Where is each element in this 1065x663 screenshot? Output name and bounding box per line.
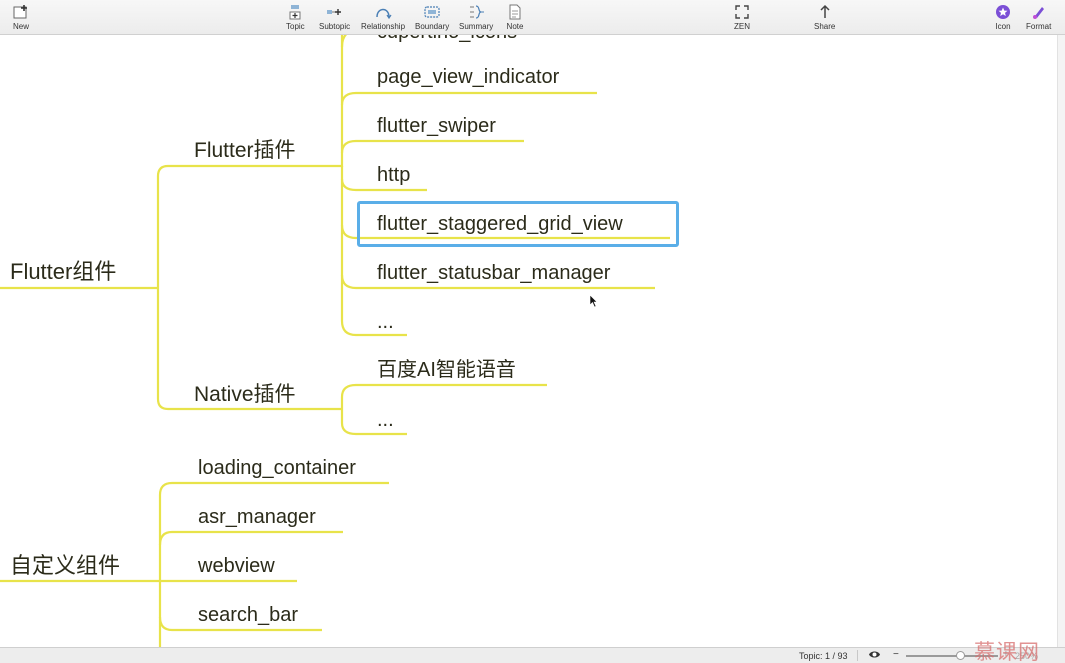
node-flutter-components[interactable]: Flutter组件 xyxy=(10,261,116,283)
vertical-scrollbar[interactable] xyxy=(1057,35,1065,647)
summary-icon xyxy=(467,3,485,21)
leaf-flutter-statusbar-manager[interactable]: flutter_statusbar_manager xyxy=(377,263,610,283)
leaf-loading-container[interactable]: loading_container xyxy=(198,458,356,478)
zen-button[interactable]: ZEN xyxy=(733,3,751,31)
leaf-asr-manager[interactable]: asr_manager xyxy=(198,507,316,527)
summary-button[interactable]: Summary xyxy=(459,3,493,31)
note-button[interactable]: Note xyxy=(506,3,524,31)
mouse-cursor-icon xyxy=(589,294,598,313)
format-button[interactable]: Format xyxy=(1026,3,1051,31)
icon-button[interactable]: Icon xyxy=(994,3,1012,31)
leaf-page-view-indicator[interactable]: page_view_indicator xyxy=(377,67,559,87)
leaf-more-native[interactable]: ... xyxy=(377,410,394,430)
leaf-baidu-ai-voice[interactable]: 百度AI智能语音 xyxy=(377,360,516,380)
toolbar: New Topic Subtopic Relationship Boundary xyxy=(0,0,1065,35)
boundary-label: Boundary xyxy=(415,22,450,31)
watermark-logo: 慕课网 xyxy=(974,640,1040,663)
relationship-button[interactable]: Relationship xyxy=(361,3,405,31)
leaf-webview[interactable]: webview xyxy=(198,556,275,576)
leaf-flutter-staggered-grid-view[interactable]: flutter_staggered_grid_view xyxy=(377,214,623,234)
subtopic-icon xyxy=(326,3,344,21)
summary-label: Summary xyxy=(459,22,494,31)
connector-lines xyxy=(0,35,670,647)
note-label: Note xyxy=(506,22,524,31)
leaf-search-bar[interactable]: search_bar xyxy=(198,605,298,625)
mindmap-app: New Topic Subtopic Relationship Boundary xyxy=(0,0,1065,663)
topic-icon xyxy=(286,3,304,21)
note-icon xyxy=(506,3,524,21)
boundary-button[interactable]: Boundary xyxy=(415,3,449,31)
node-native-plugins[interactable]: Native插件 xyxy=(194,384,296,405)
new-icon xyxy=(12,3,30,21)
topic-button[interactable]: Topic xyxy=(286,3,305,31)
topic-count: Topic: 1 / 93 xyxy=(799,651,848,661)
node-flutter-plugins[interactable]: Flutter插件 xyxy=(194,140,296,161)
leaf-more-flutter[interactable]: ... xyxy=(377,312,394,332)
zoom-slider-thumb[interactable] xyxy=(956,651,965,660)
share-button[interactable]: Share xyxy=(814,3,835,31)
subtopic-label: Subtopic xyxy=(319,22,351,31)
zoom-out-button[interactable]: − xyxy=(893,649,899,660)
leaf-http[interactable]: http xyxy=(377,165,410,185)
format-label: Format xyxy=(1026,22,1052,31)
topic-label: Topic xyxy=(286,22,305,31)
status-divider xyxy=(857,650,858,661)
eye-icon[interactable] xyxy=(868,649,881,662)
boundary-icon xyxy=(423,3,441,21)
mindmap-canvas[interactable]: Flutter组件 Flutter插件 Native插件 cupertino_i… xyxy=(0,35,1058,647)
leaf-flutter-swiper[interactable]: flutter_swiper xyxy=(377,116,496,136)
fullscreen-icon xyxy=(733,3,751,21)
star-icon xyxy=(994,3,1012,21)
node-custom-components[interactable]: 自定义组件 xyxy=(10,555,120,577)
format-brush-icon xyxy=(1030,3,1048,21)
subtopic-button[interactable]: Subtopic xyxy=(319,3,350,31)
share-label: Share xyxy=(814,22,836,31)
relationship-icon xyxy=(374,3,392,21)
new-label: New xyxy=(12,22,29,31)
new-button[interactable]: New xyxy=(12,3,30,31)
zen-label: ZEN xyxy=(734,22,750,31)
leaf-cupertino-icons[interactable]: cupertino_icons xyxy=(377,35,517,42)
icon-label: Icon xyxy=(995,22,1011,31)
status-bar: Topic: 1 / 93 − + 250% xyxy=(0,647,1065,663)
relationship-label: Relationship xyxy=(361,22,406,31)
share-icon xyxy=(816,3,834,21)
